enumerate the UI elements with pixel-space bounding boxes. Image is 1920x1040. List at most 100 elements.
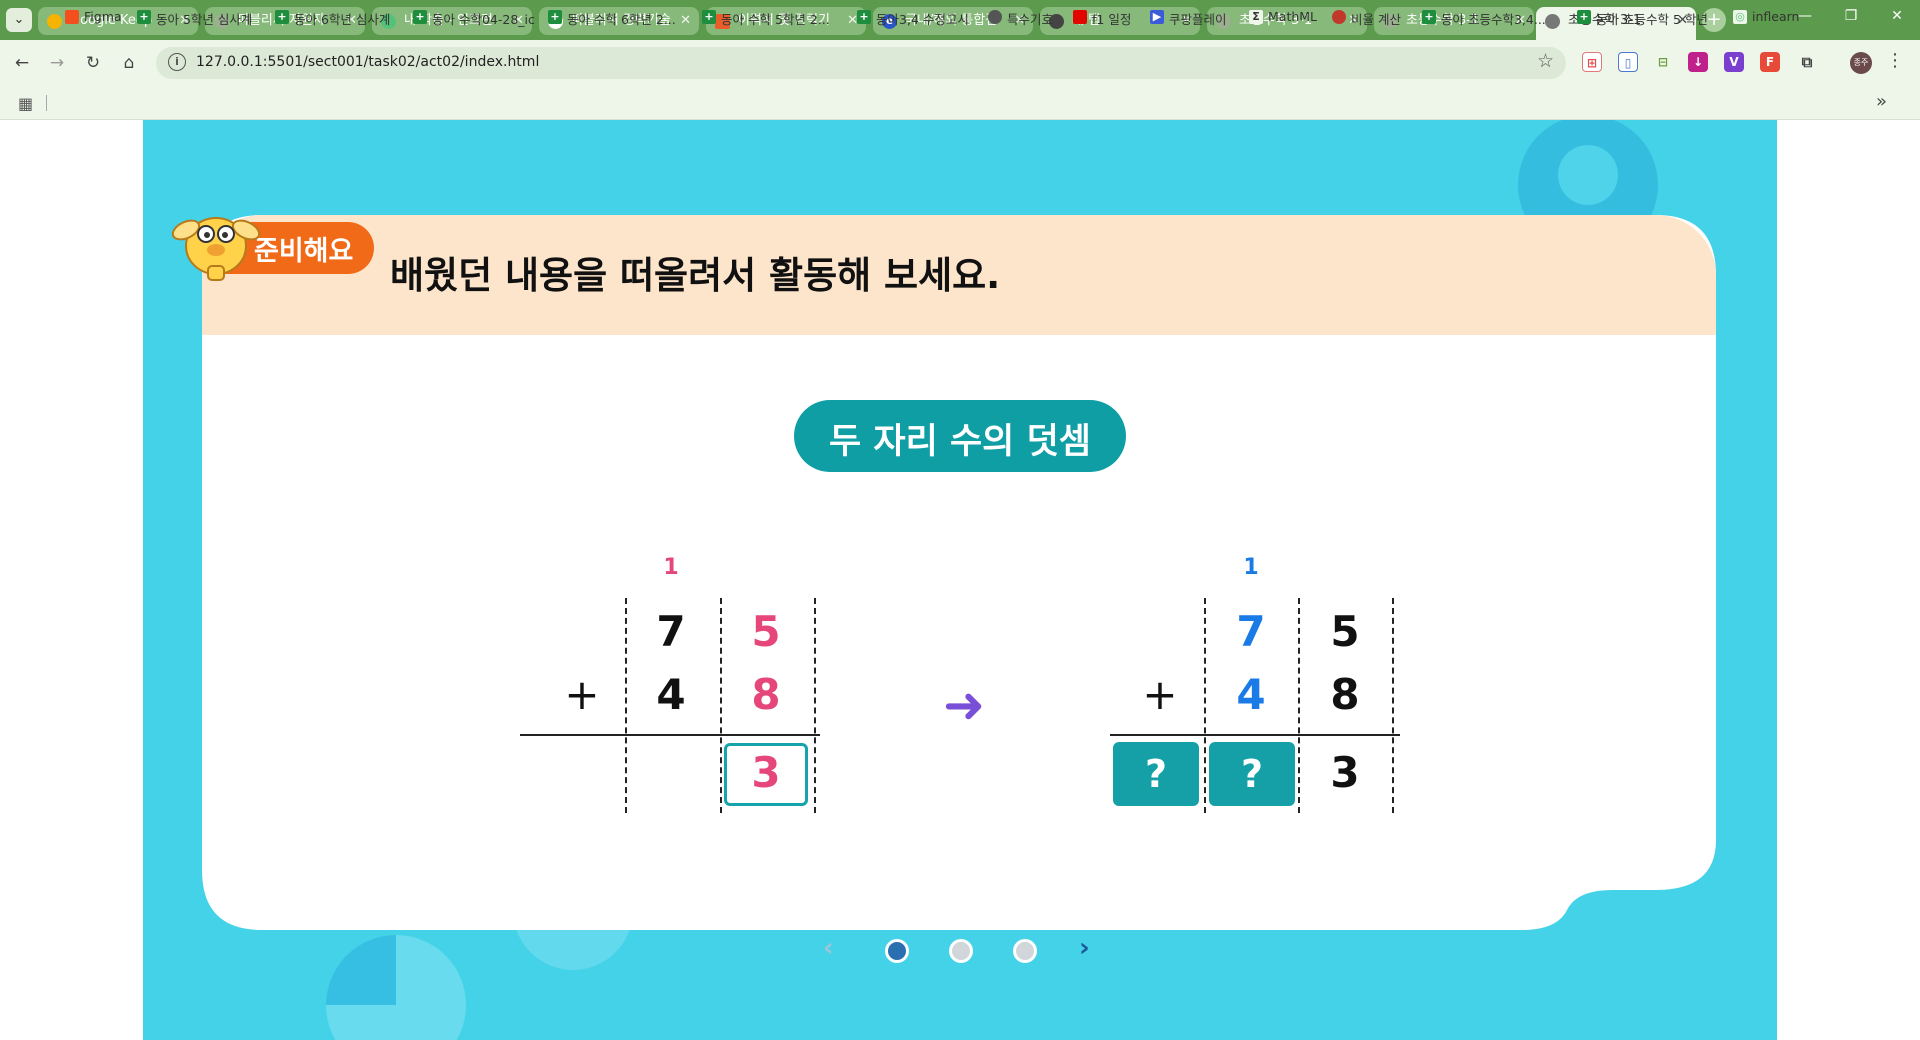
sheets-icon: + [548, 10, 562, 24]
tab-search-button[interactable]: ⌄ [6, 8, 32, 32]
extension-icon[interactable]: V [1724, 52, 1744, 72]
topic-title: 두 자리 수의 덧셈 [829, 422, 1091, 462]
extensions-puzzle-icon[interactable]: ⧉ [1797, 52, 1817, 72]
apps-grid-icon[interactable]: ▦ [18, 94, 33, 113]
column-divider [1204, 598, 1206, 813]
bookmark-item[interactable]: ◎ inflearn [1733, 9, 1799, 24]
restore-icon[interactable]: ❐ [1836, 8, 1866, 24]
prev-page-button[interactable]: ‹ [823, 933, 834, 963]
tens-digit-bottom: 4 [1236, 670, 1266, 719]
globe-icon [1545, 14, 1560, 29]
tens-digit-top: 7 [1236, 607, 1266, 656]
next-page-button[interactable]: › [1079, 933, 1090, 963]
bookmark-star-icon[interactable]: ☆ [1537, 50, 1554, 72]
bookmark-label: 동아 수학 6학년 2... [567, 12, 676, 27]
bookmark-label: 쿠팡플레이 [1169, 12, 1227, 27]
sum-line [520, 734, 820, 736]
forward-icon[interactable]: → [44, 50, 70, 76]
column-divider [1392, 598, 1394, 813]
ones-digit-top: 5 [1330, 607, 1360, 656]
back-icon[interactable]: ← [9, 50, 35, 76]
close-icon[interactable]: ✕ [680, 7, 691, 35]
bookmark-item[interactable]: f1 일정 [1073, 9, 1131, 28]
hundreds-answer-button[interactable]: ? [1113, 742, 1199, 806]
calc-icon [1332, 10, 1346, 24]
sheets-icon: + [275, 10, 289, 24]
browser-toolbar: ← → ↻ ⌂ i 127.0.0.1:5501/sect001/task02/… [0, 40, 1920, 86]
menu-icon[interactable]: ⋮ [1886, 50, 1904, 71]
bookmark-item[interactable]: + 동아 수학04-28_ic [413, 9, 535, 28]
bookmark-item[interactable]: 특수기호 [988, 9, 1053, 28]
play-icon: ▶ [1150, 10, 1164, 24]
bookmark-figma[interactable]: Figma [65, 9, 122, 24]
bookmark-item[interactable]: 비율 계산 [1332, 9, 1401, 28]
bookmark-item[interactable]: + 동아3,4 수정고시 [857, 9, 969, 28]
tens-answer-button[interactable]: ? [1209, 742, 1295, 806]
bookmark-label: 특수기호 [1007, 12, 1054, 27]
result-ones-digit: 3 [1330, 748, 1360, 797]
ready-badge-label: 준비해요 [254, 236, 354, 267]
url-text[interactable]: 127.0.0.1:5501/sect001/task02/act02/inde… [196, 54, 539, 70]
bookmark-item[interactable]: + 동아 6학년 심사계 [275, 9, 390, 28]
ones-digit-top: 5 [751, 607, 781, 656]
sheets-icon: + [1422, 10, 1436, 24]
sheets-icon: + [857, 10, 871, 24]
extension-icon[interactable]: ⊟ [1653, 52, 1673, 72]
bookmark-item[interactable]: Σ MathML [1249, 9, 1317, 24]
column-divider [625, 598, 627, 813]
sheets-icon: + [1577, 10, 1591, 24]
bookmark-label: 동아 5학년 심사계 [156, 12, 253, 27]
page-dot-1[interactable] [885, 939, 909, 963]
bookmark-item[interactable]: ▶ 쿠팡플레이 [1150, 9, 1227, 28]
mascot-icon [171, 217, 261, 281]
bookmark-item[interactable]: + 동아 초등수학3,4... [1422, 9, 1546, 28]
globe-icon [988, 10, 1002, 24]
bookmark-item[interactable]: + 동아 초등수학 5 학년 [1577, 9, 1708, 28]
sigma-icon: Σ [1249, 10, 1263, 24]
tens-digit-top: 7 [656, 607, 686, 656]
figma-icon [65, 10, 79, 24]
plus-sign: + [564, 670, 600, 719]
bookmark-item[interactable]: + 동아 5학년 심사계 [137, 9, 252, 28]
decorative-circle [1558, 145, 1618, 205]
address-bar[interactable]: i 127.0.0.1:5501/sect001/task02/act02/in… [156, 47, 1566, 79]
instruction-text: 배웠던 내용을 떠올려서 활동해 보세요. [390, 254, 1001, 297]
bookmark-item[interactable]: + 동아 수학 5학년 2... [702, 9, 830, 28]
bookmark-label: 비율 계산 [1351, 12, 1401, 27]
carry-digit: 1 [1243, 555, 1259, 580]
close-window-icon[interactable]: ✕ [1882, 8, 1912, 24]
column-divider [720, 598, 722, 813]
sheets-icon: + [413, 10, 427, 24]
extension-icon[interactable]: ▯ [1618, 52, 1638, 72]
sheets-icon: + [702, 10, 716, 24]
bookmark-label: 동아 수학 5학년 2... [721, 12, 830, 27]
sheets-icon: + [137, 10, 151, 24]
bookmark-item[interactable]: + 동아 수학 6학년 2... [548, 9, 676, 28]
extension-icon[interactable]: F [1760, 52, 1780, 72]
bookmark-label: 동아 초등수학 5 학년 [1596, 12, 1708, 27]
download-extension-icon[interactable]: ↓ [1688, 52, 1708, 72]
decorative-shape [326, 935, 396, 1005]
bookmarks-divider [46, 95, 47, 111]
carry-digit: 1 [663, 555, 679, 580]
plus-sign: + [1142, 670, 1178, 719]
more-bookmarks-icon[interactable]: » [1876, 91, 1887, 112]
bookmark-label: MathML [1268, 9, 1318, 24]
ones-digit-bottom: 8 [1330, 670, 1360, 719]
bookmark-label: 동아3,4 수정고시 [876, 12, 969, 27]
arrow-icon: ➜ [943, 676, 985, 734]
ones-digit-bottom: 8 [751, 670, 781, 719]
lesson-card: 배웠던 내용을 떠올려서 활동해 보세요. [202, 215, 1716, 930]
reload-icon[interactable]: ↻ [80, 50, 106, 76]
page-dot-2[interactable] [949, 939, 973, 963]
result-ones-digit: 3 [751, 748, 781, 797]
extension-icon[interactable]: ⊞ [1582, 52, 1602, 72]
avatar[interactable]: 종주 [1850, 52, 1872, 74]
home-icon[interactable]: ⌂ [116, 50, 142, 76]
bookmark-label: Figma [84, 9, 122, 24]
page-dot-3[interactable] [1013, 939, 1037, 963]
sum-line [1110, 734, 1400, 736]
column-divider [814, 598, 816, 813]
info-icon[interactable]: i [168, 53, 186, 71]
column-divider [1298, 598, 1300, 813]
